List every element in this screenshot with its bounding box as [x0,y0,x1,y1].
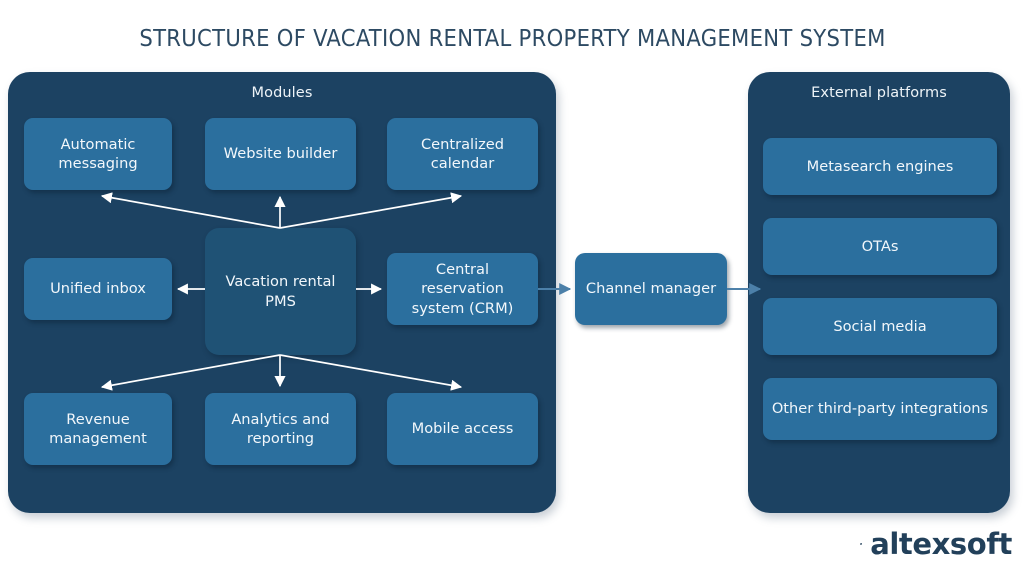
node-vacation-rental-pms[interactable]: Vacation rental PMS [205,228,356,355]
node-label: Website builder [223,145,338,163]
node-label: Mobile access [411,420,514,438]
node-metasearch-engines[interactable]: Metasearch engines [763,138,997,195]
node-central-reservation-system[interactable]: Central reservation system (CRM) [387,253,538,325]
node-otas[interactable]: OTAs [763,218,997,275]
page-title: STRUCTURE OF VACATION RENTAL PROPERTY MA… [139,24,886,52]
node-label: Revenue management [49,410,147,447]
panel-external-title: External platforms [811,85,947,101]
node-channel-manager[interactable]: Channel manager [575,253,727,325]
panel-modules-title: Modules [251,85,313,101]
node-label: Analytics and reporting [231,410,330,447]
node-label: Central reservation system (CRM) [411,261,514,317]
node-label: Metasearch engines [806,157,954,175]
node-label: OTAs [861,237,899,255]
node-other-third-party-integrations[interactable]: Other third-party integrations [763,378,997,440]
speech-bubble-icon [860,543,863,546]
node-unified-inbox[interactable]: Unified inbox [24,258,172,320]
node-centralized-calendar[interactable]: Centralized calendar [387,118,538,190]
node-revenue-management[interactable]: Revenue management [24,393,172,465]
brand-name: altexsoft [870,526,1012,561]
node-label: Channel manager [585,280,717,298]
node-label: Automatic messaging [58,135,138,172]
node-automatic-messaging[interactable]: Automatic messaging [24,118,172,190]
node-label: Vacation rental PMS [225,273,336,310]
node-mobile-access[interactable]: Mobile access [387,393,538,465]
diagram-root: STRUCTURE OF VACATION RENTAL PROPERTY MA… [0,0,1025,577]
node-label: Social media [833,317,927,335]
node-analytics-and-reporting[interactable]: Analytics and reporting [205,393,356,465]
brand-logo: altexsoft [860,521,1012,567]
node-label: Centralized calendar [420,135,505,172]
node-label: Unified inbox [50,280,146,298]
node-label: Other third-party integrations [771,400,989,418]
node-website-builder[interactable]: Website builder [205,118,356,190]
node-social-media[interactable]: Social media [763,298,997,355]
